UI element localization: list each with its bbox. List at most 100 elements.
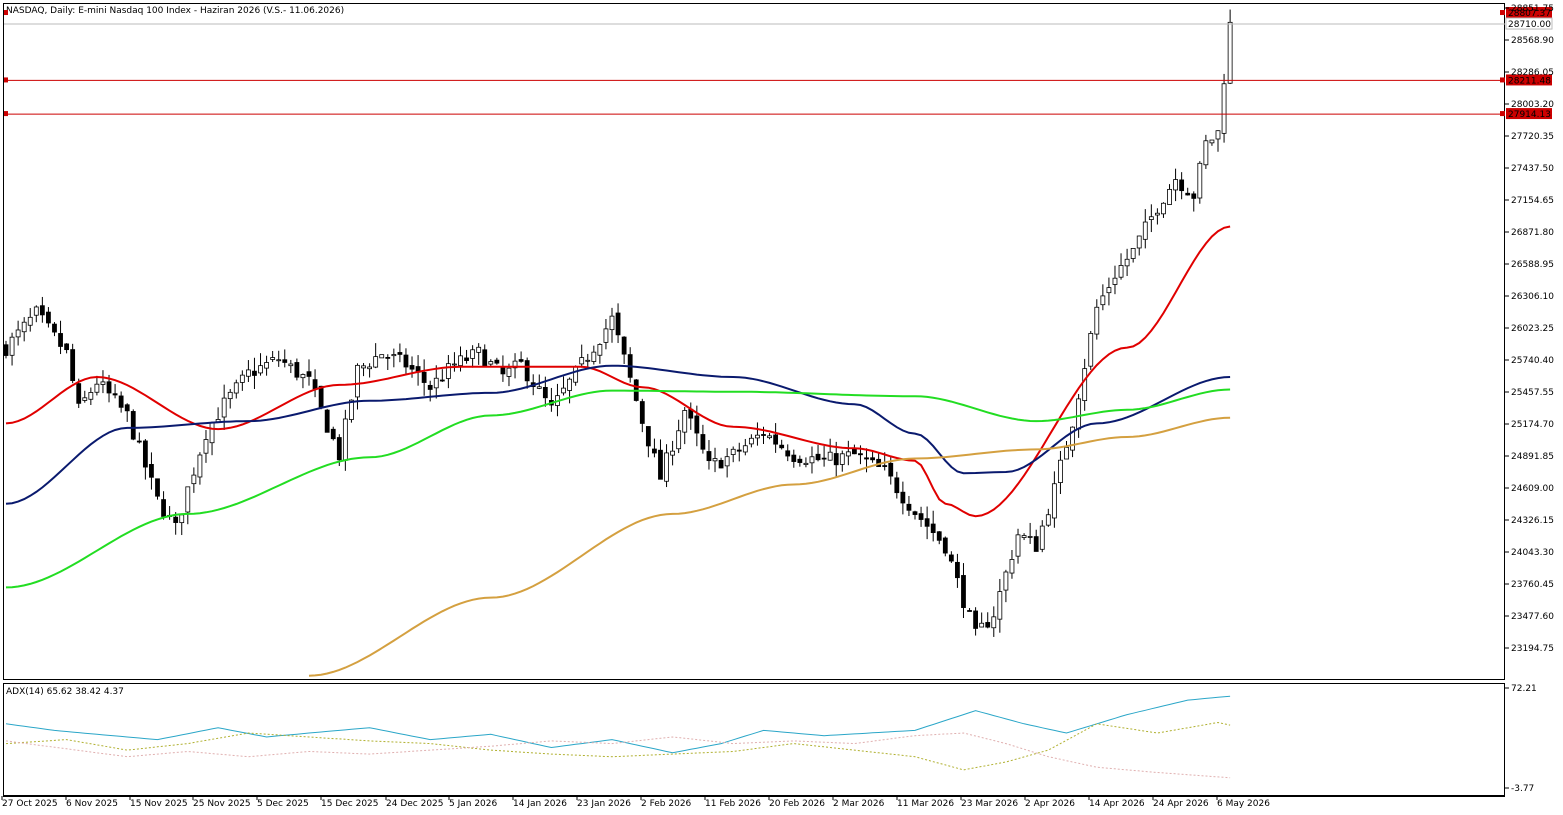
candle-body xyxy=(1051,483,1057,519)
candle-body xyxy=(1179,179,1185,192)
candle-body xyxy=(149,464,154,478)
candle-body xyxy=(961,575,966,608)
candle-body xyxy=(718,459,724,469)
price-tick-label: 27437.50 xyxy=(1511,164,1554,174)
candle-body xyxy=(609,315,615,331)
time-tick-label: 25 Nov 2025 xyxy=(193,799,251,809)
candle-body xyxy=(585,359,591,362)
candle-body xyxy=(1209,139,1215,144)
candle-body xyxy=(930,523,936,534)
candle-body xyxy=(730,448,736,455)
candle-body xyxy=(870,457,875,461)
time-tick-label: 27 Oct 2025 xyxy=(2,799,58,809)
candle-body xyxy=(470,349,476,359)
time-tick-label: 2 Apr 2026 xyxy=(1025,799,1075,809)
candle-body xyxy=(15,329,21,338)
candle-body xyxy=(979,622,985,628)
candle-body xyxy=(1064,446,1069,460)
candle-body xyxy=(912,511,918,515)
candle-body xyxy=(712,458,718,462)
candle-body xyxy=(367,366,373,370)
price-tick-label: 27154.65 xyxy=(1511,196,1554,206)
candle-body xyxy=(445,363,451,379)
candle-body xyxy=(924,518,930,527)
candle-body xyxy=(955,561,960,579)
candle-body xyxy=(542,387,548,399)
candle-body xyxy=(439,379,445,382)
candle-body xyxy=(355,364,360,398)
time-tick-label: 15 Nov 2025 xyxy=(130,799,188,809)
candle-body xyxy=(785,450,791,457)
candle-body xyxy=(579,357,585,365)
candle-body xyxy=(161,499,166,517)
candle-body xyxy=(973,610,978,629)
candle-body xyxy=(173,516,179,523)
candle-body xyxy=(258,365,263,374)
time-tick-label: 24 Dec 2025 xyxy=(386,799,444,809)
price-tick-label: 28568.90 xyxy=(1511,36,1554,46)
level-marker xyxy=(1500,77,1505,83)
candle-body xyxy=(1094,306,1100,335)
candle-body xyxy=(1058,459,1063,483)
candle-body xyxy=(1039,525,1045,550)
candle-body xyxy=(136,440,142,443)
trading-chart: NASDAQ, Daily: E-mini Nasdaq 100 Index -… xyxy=(0,0,1563,815)
candle-body xyxy=(155,478,160,497)
time-tick-label: 11 Feb 2026 xyxy=(705,799,761,809)
candle-body xyxy=(46,311,51,324)
candle-body xyxy=(639,401,645,424)
price-tick-label: 23477.60 xyxy=(1511,612,1554,622)
price-tick-label: 27720.35 xyxy=(1511,132,1554,142)
candle-body xyxy=(318,385,324,408)
candle-body xyxy=(682,410,688,433)
time-tick-label: 5 Dec 2025 xyxy=(257,799,309,809)
adx-title: ADX(14) 65.62 38.42 4.37 xyxy=(6,687,124,697)
candle-body xyxy=(827,451,833,461)
candle-body xyxy=(52,323,57,333)
price-tick-label: 26588.95 xyxy=(1511,260,1554,270)
candle-body xyxy=(906,503,912,511)
time-tick-label: 11 Mar 2026 xyxy=(897,799,954,809)
candle-body xyxy=(755,434,760,439)
candle-body xyxy=(645,426,651,447)
chart-title: NASDAQ, Daily: E-mini Nasdaq 100 Index -… xyxy=(6,6,344,16)
candle-body xyxy=(458,355,463,366)
candle-body xyxy=(597,344,603,356)
time-tick-label: 6 Nov 2025 xyxy=(66,799,118,809)
candle-body xyxy=(197,454,203,478)
candle-body xyxy=(409,365,415,370)
candle-body xyxy=(142,440,148,468)
candle-body xyxy=(658,449,663,480)
candle-body xyxy=(209,422,215,444)
price-tick-label: 28286.05 xyxy=(1511,68,1554,78)
candle-body xyxy=(736,449,742,452)
price-tick-label: 24609.00 xyxy=(1511,484,1554,494)
candle-body xyxy=(1118,265,1124,278)
candle-body xyxy=(39,305,45,316)
candle-body xyxy=(991,616,997,629)
candle-body xyxy=(1106,287,1112,294)
candle-body xyxy=(342,418,348,461)
candle-body xyxy=(591,351,597,362)
price-tick-label: 25740.40 xyxy=(1511,356,1554,366)
candle-body xyxy=(815,453,821,461)
candle-body xyxy=(312,379,318,390)
price-tick-label: 26306.10 xyxy=(1511,292,1554,302)
candle-body xyxy=(1136,235,1142,249)
price-tick-label: 28003.20 xyxy=(1511,100,1554,110)
candle-body xyxy=(239,374,245,383)
candle-body xyxy=(524,360,530,382)
candle-body xyxy=(88,392,94,400)
candle-body xyxy=(773,434,779,445)
time-tick-label: 2 Mar 2026 xyxy=(833,799,885,809)
candle-body xyxy=(379,354,385,359)
level-marker xyxy=(4,10,8,16)
candle-body xyxy=(1021,535,1027,538)
candle-body xyxy=(900,491,906,504)
candle-body xyxy=(1161,202,1166,215)
candle-body xyxy=(452,363,457,366)
candle-body xyxy=(294,362,300,378)
candle-body xyxy=(203,439,209,454)
candle-body xyxy=(948,554,954,562)
price-tick-label: 26023.25 xyxy=(1511,324,1554,334)
